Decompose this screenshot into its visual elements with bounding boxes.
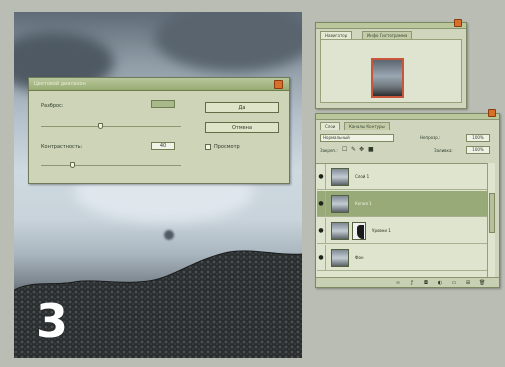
layer-row[interactable]: ● Фон (317, 244, 489, 271)
fuzziness-slider-track[interactable] (41, 126, 181, 127)
adjustment-layer-icon[interactable]: ◐ (437, 280, 443, 286)
second-slider-track[interactable] (41, 165, 181, 166)
fill-label: Заливка: (434, 148, 453, 153)
layer-thumbnail (331, 221, 349, 240)
layer-thumbnail (331, 248, 349, 267)
scrollbar-thumb[interactable] (489, 193, 495, 233)
fuzziness-label: Разброс: (41, 103, 64, 109)
navigator-topbar[interactable] (316, 23, 466, 29)
close-icon[interactable] (274, 80, 283, 89)
layers-footer: ∞ ƒ ◘ ◐ ▭ ⊞ 🗑 (316, 277, 499, 287)
preview-checkbox[interactable] (205, 144, 211, 150)
second-label: Контрастность: (41, 144, 83, 150)
preview-label: Просмотр (214, 144, 240, 150)
ok-button[interactable]: Да (205, 102, 279, 113)
layer-row[interactable]: ● Копия 1 (317, 190, 489, 217)
dialog-title: Цветовой диапазон (34, 81, 86, 87)
lock-move-icon[interactable]: ✥ (359, 146, 364, 153)
layers-scrollbar[interactable] (487, 163, 495, 279)
lock-transparent-icon[interactable]: ☐ (342, 146, 347, 153)
new-layer-icon[interactable]: ⊞ (465, 280, 471, 286)
second-row: Контрастность: (41, 144, 82, 150)
cancel-button[interactable]: Отмена (205, 122, 279, 133)
fuzziness-row: Разброс: (41, 103, 64, 109)
delete-layer-icon[interactable]: 🗑 (479, 280, 485, 286)
layer-name: Копия 1 (355, 201, 372, 206)
lock-label: Закреп.: (320, 148, 338, 153)
layers-list: ● Слой 1 ● Копия 1 ● Уровни 1 ● Фон (316, 163, 490, 279)
navigator-thumbnail[interactable] (371, 58, 404, 98)
second-slider-handle[interactable] (69, 162, 75, 168)
new-group-icon[interactable]: ▭ (451, 280, 457, 286)
close-icon[interactable] (454, 19, 462, 27)
color-range-dialog: Цветовой диапазон Разброс: Контрастность… (28, 77, 290, 184)
layers-topbar[interactable] (316, 114, 499, 120)
layer-name: Уровни 1 (372, 228, 391, 233)
step-number: 3 (36, 294, 69, 348)
add-mask-icon[interactable]: ◘ (423, 280, 429, 286)
close-icon[interactable] (488, 109, 496, 117)
visibility-eye-icon[interactable]: ● (317, 217, 326, 244)
fuzziness-input[interactable] (151, 100, 175, 108)
tab-layers[interactable]: Слои (320, 122, 341, 130)
tab-info-histogram[interactable]: Инфо Гистограмма (362, 31, 413, 39)
layer-mask-thumbnail[interactable] (352, 221, 366, 240)
second-input[interactable]: 40 (151, 142, 175, 150)
link-layers-icon[interactable]: ∞ (395, 280, 401, 286)
layers-panel: Слои Каналы Контуры Нормальный Непрозр.:… (315, 109, 500, 288)
opacity-label: Непрозр.: (420, 135, 441, 140)
tab-navigator[interactable]: Навигатор (320, 31, 353, 39)
lock-all-icon[interactable]: ■ (368, 146, 374, 153)
navigator-zoom-bar[interactable] (320, 102, 462, 106)
tab-channels-paths[interactable]: Каналы Контуры (344, 122, 390, 130)
lock-brush-icon[interactable]: ✎ (351, 146, 356, 153)
fuzziness-slider-handle[interactable] (97, 123, 103, 129)
visibility-eye-icon[interactable]: ● (317, 244, 326, 271)
fill-input[interactable]: 100% (466, 146, 490, 154)
layer-style-icon[interactable]: ƒ (409, 280, 415, 286)
dialog-titlebar[interactable]: Цветовой диапазон (29, 78, 289, 91)
brush-cursor (164, 230, 174, 240)
visibility-eye-icon[interactable]: ● (317, 190, 326, 217)
layer-thumbnail (331, 194, 349, 213)
layer-row[interactable]: ● Уровни 1 (317, 217, 489, 244)
opacity-input[interactable]: 100% (466, 134, 490, 142)
navigator-panel: Навигатор Инфо Гистограмма (315, 19, 467, 109)
layer-name: Фон (355, 255, 364, 260)
layer-name: Слой 1 (355, 174, 370, 179)
blend-mode-select[interactable]: Нормальный (320, 134, 394, 142)
cloud-shape (154, 12, 302, 72)
layer-row[interactable]: ● Слой 1 (317, 164, 489, 190)
visibility-eye-icon[interactable]: ● (317, 164, 326, 190)
layer-thumbnail (331, 167, 349, 186)
